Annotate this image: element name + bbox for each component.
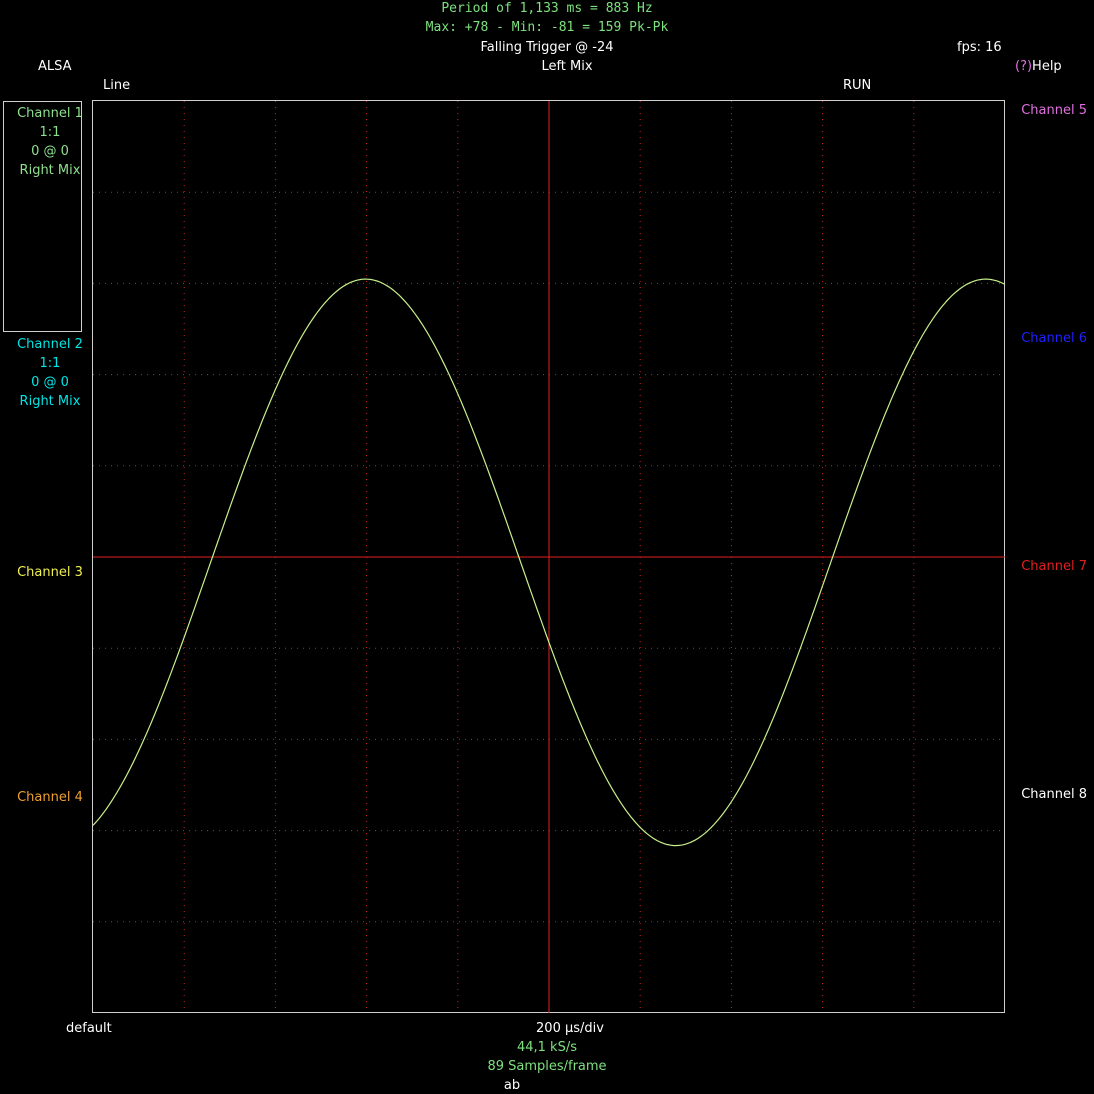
help-prefix: (?) — [1015, 59, 1033, 74]
footer-label: ab — [503, 1078, 521, 1093]
channel-1-scale: 1:1 — [39, 125, 61, 140]
channel-2-source: Right Mix — [19, 394, 81, 409]
channel-2-panel[interactable]: Channel 2 1:1 0 @ 0 Right Mix — [0, 335, 100, 411]
channel-5-label[interactable]: Channel 5 — [1021, 103, 1087, 119]
channel-1-panel[interactable]: Channel 1 1:1 0 @ 0 Right Mix — [0, 104, 100, 180]
channel-2-name: Channel 2 — [17, 337, 83, 352]
channel-1-offset: 0 @ 0 — [31, 144, 69, 159]
fps-readout: fps: 16 — [957, 40, 1002, 55]
timebase-label[interactable]: 200 µs/div — [0, 1021, 1094, 1037]
input-label[interactable]: Left Mix — [0, 59, 1094, 75]
channel-3-label[interactable]: Channel 3 — [0, 563, 100, 582]
channel-7-label[interactable]: Channel 7 — [1021, 559, 1087, 575]
trigger-label[interactable]: Falling Trigger @ -24 — [0, 40, 1094, 56]
run-state-label[interactable]: RUN — [843, 78, 871, 94]
channel-6-label[interactable]: Channel 6 — [1021, 331, 1087, 347]
channel-2-scale: 1:1 — [39, 356, 61, 371]
channel-2-offset: 0 @ 0 — [31, 375, 69, 390]
sample-rate-label: 44,1 kS/s — [516, 1040, 577, 1055]
channel-1-name: Channel 1 — [17, 106, 83, 121]
display-mode-label[interactable]: Line — [103, 78, 130, 94]
channel-4-label[interactable]: Channel 4 — [0, 788, 100, 807]
help-button[interactable]: (?)Help — [1015, 59, 1062, 75]
period-readout: Period of 1,133 ms = 883 Hz — [441, 1, 653, 16]
help-label: Help — [1032, 59, 1062, 74]
channel-1-source: Right Mix — [19, 163, 81, 178]
channel-8-label[interactable]: Channel 8 — [1021, 787, 1087, 803]
peak-readout: Max: +78 - Min: -81 = 159 Pk-Pk — [425, 20, 669, 35]
scope-display[interactable] — [92, 100, 1006, 1014]
samples-per-frame-label: 89 Samples/frame — [487, 1059, 607, 1074]
